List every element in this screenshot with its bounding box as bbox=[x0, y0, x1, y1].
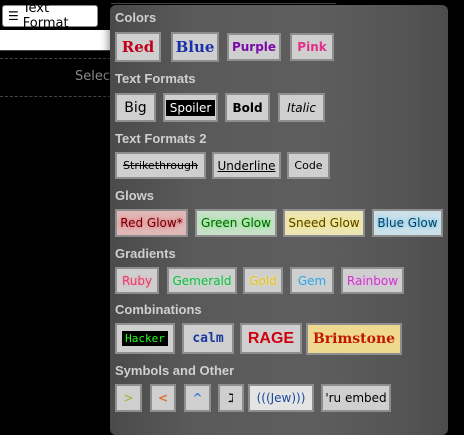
greentext-button[interactable]: > bbox=[115, 384, 142, 412]
section-combinations: Combinations bbox=[115, 302, 202, 317]
spoiler-label: Spoiler bbox=[165, 99, 216, 116]
green-glow-button[interactable]: Green Glow bbox=[195, 209, 277, 237]
text-input-field[interactable] bbox=[0, 30, 111, 51]
purple-button[interactable]: Purple bbox=[227, 33, 281, 61]
orangetext-button[interactable]: < bbox=[150, 384, 176, 412]
divider bbox=[0, 96, 111, 97]
section-glows: Glows bbox=[115, 188, 155, 203]
blue-button[interactable]: Blue bbox=[171, 32, 219, 62]
menu-button-label: Text Format bbox=[22, 1, 69, 31]
code-button[interactable]: Code bbox=[287, 152, 330, 179]
hacker-button[interactable]: Hacker bbox=[115, 323, 175, 354]
section-colors: Colors bbox=[115, 10, 157, 25]
top-border-line bbox=[111, 3, 336, 4]
pink-button[interactable]: Pink bbox=[290, 33, 334, 61]
ru-embed-button[interactable]: 'ru embed bbox=[321, 384, 391, 412]
section-text-formats: Text Formats bbox=[115, 71, 196, 86]
gem-button[interactable]: Gem bbox=[290, 267, 334, 294]
italic-button[interactable]: Italic bbox=[278, 93, 325, 122]
gold-button[interactable]: Gold bbox=[243, 267, 283, 294]
section-gradients: Gradients bbox=[115, 246, 176, 261]
red-glow-button[interactable]: Red Glow* bbox=[115, 209, 188, 237]
text-format-dropdown: Colors Red Blue Purple Pink Text Formats… bbox=[110, 5, 448, 435]
hacker-label: Hacker bbox=[122, 331, 168, 346]
gemerald-button[interactable]: Gemerald bbox=[167, 267, 237, 294]
echoes-button[interactable]: (((Jew))) bbox=[248, 384, 314, 412]
big-button[interactable]: Big bbox=[115, 93, 156, 122]
section-symbols: Symbols and Other bbox=[115, 363, 235, 378]
strikethrough-button[interactable]: Strikethrough bbox=[115, 152, 206, 179]
brimstone-button[interactable]: Brimstone bbox=[306, 323, 402, 355]
text-format-menu-button[interactable]: ☰ Text Format bbox=[2, 1, 98, 31]
underline-button[interactable]: Underline bbox=[212, 152, 281, 179]
red-button[interactable]: Red bbox=[115, 32, 161, 62]
rainbow-button[interactable]: Rainbow bbox=[341, 267, 404, 294]
hebrew-symbol-button[interactable]: ℷ bbox=[218, 384, 244, 412]
rage-button[interactable]: RAGE bbox=[240, 323, 302, 354]
section-text-formats-2: Text Formats 2 bbox=[115, 131, 207, 146]
sneed-glow-button[interactable]: Sneed Glow bbox=[283, 209, 365, 237]
caret-button[interactable]: ^ bbox=[184, 384, 211, 412]
spoiler-button[interactable]: Spoiler bbox=[163, 93, 218, 122]
divider bbox=[0, 58, 111, 59]
ruby-button[interactable]: Ruby bbox=[115, 267, 159, 294]
select-placeholder: Selec bbox=[75, 69, 111, 84]
blue-glow-button[interactable]: Blue Glow bbox=[372, 209, 443, 237]
calm-button[interactable]: calm bbox=[182, 323, 234, 354]
bold-button[interactable]: Bold bbox=[225, 93, 270, 122]
hamburger-icon: ☰ bbox=[8, 9, 19, 23]
